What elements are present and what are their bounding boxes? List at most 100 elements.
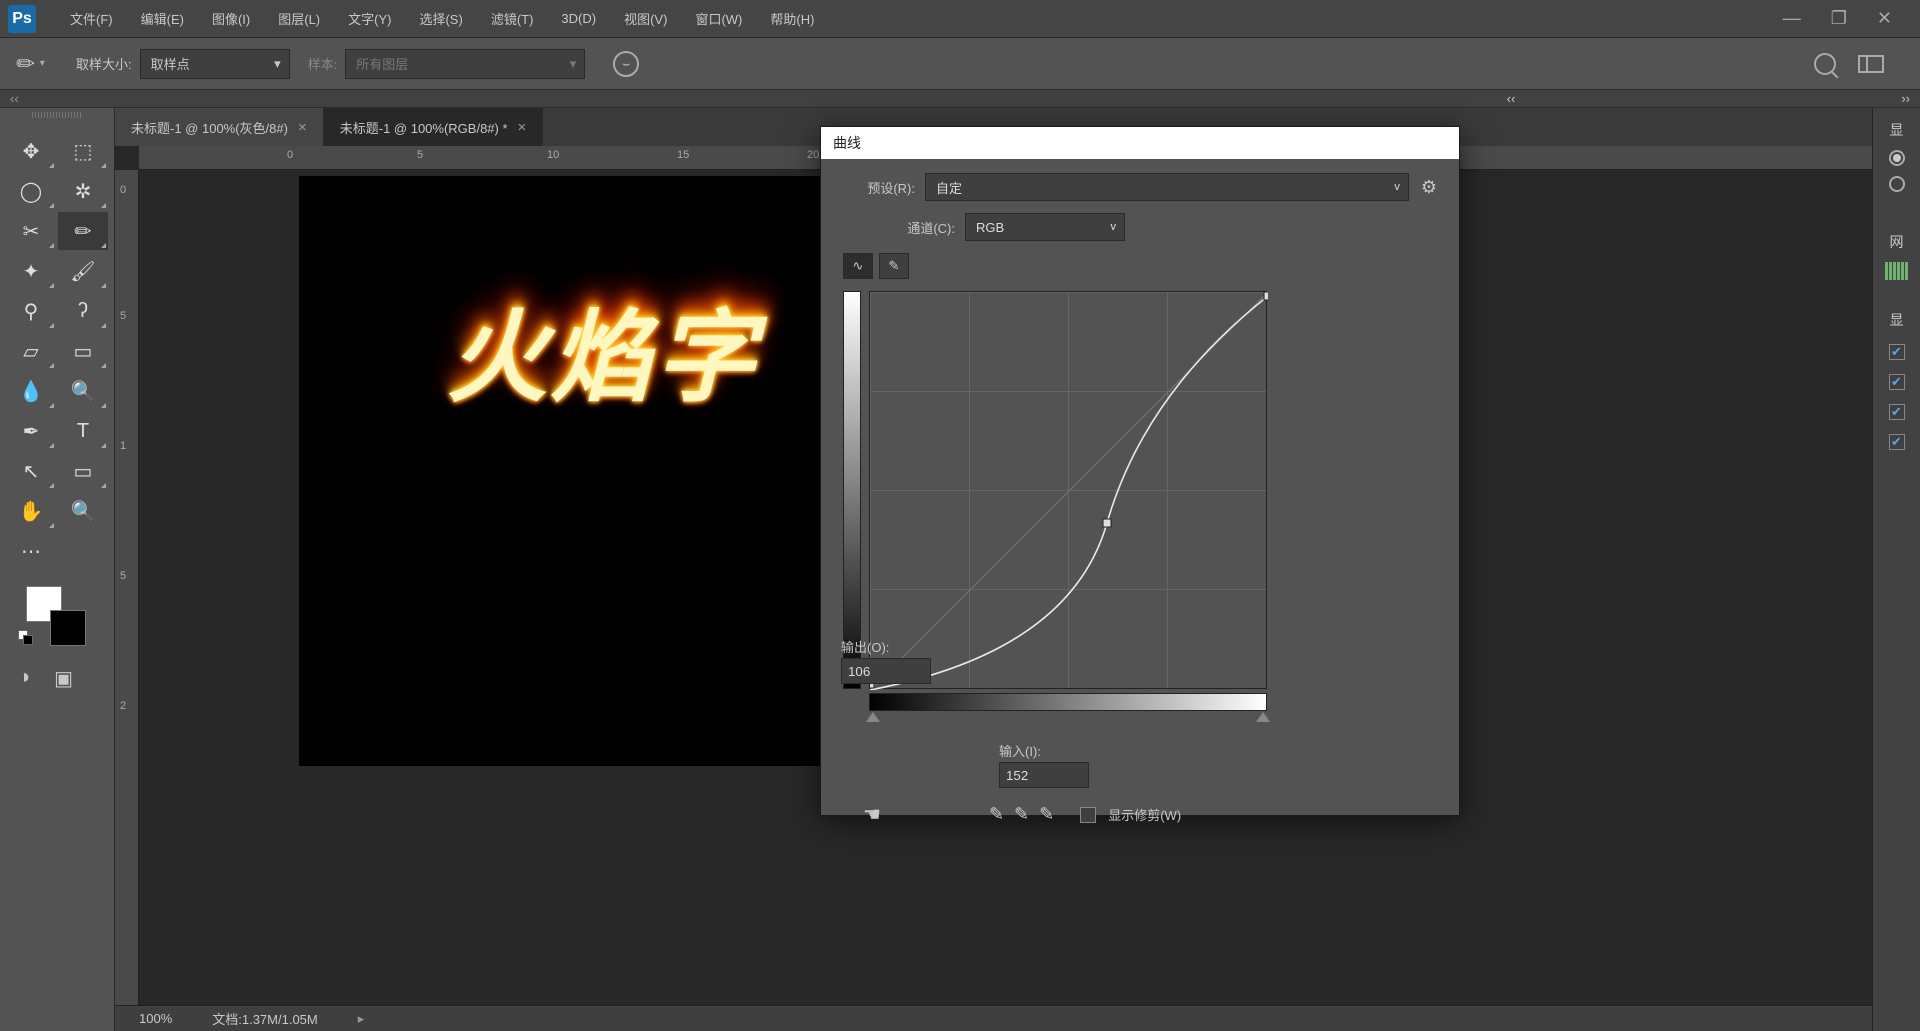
hand-icon[interactable]: ☚	[863, 802, 881, 827]
menu-image[interactable]: 图像(I)	[198, 3, 264, 34]
quick-select-tool[interactable]: ✲	[58, 172, 108, 210]
channel-label: 通道(C):	[883, 218, 955, 237]
search-icon[interactable]	[1814, 53, 1836, 75]
chevron-right-icon[interactable]: ▸	[358, 1011, 365, 1027]
radio-on-icon[interactable]	[1889, 150, 1905, 166]
curve-mode-button[interactable]: ∿	[843, 253, 873, 279]
curve-graph[interactable]	[869, 291, 1267, 689]
panel-label: 显	[1879, 120, 1914, 140]
channel-value: RGB	[976, 220, 1004, 235]
blur-tool[interactable]: 💧	[6, 372, 56, 410]
input-input[interactable]	[999, 762, 1089, 788]
gray-eyedropper-icon[interactable]: ✎	[1014, 804, 1029, 825]
panel-label: 网	[1879, 232, 1914, 252]
options-bar: ✎ ▾ 取样大小: 取样点 ▾ 样本: 所有图层 ▾ ⌣	[0, 38, 1920, 90]
flame-text-main: 火焰字	[447, 276, 759, 421]
path-select-tool[interactable]: ↖	[6, 452, 56, 490]
doc-size[interactable]: 文档:1.37M/1.05M	[212, 1009, 318, 1028]
show-clipping-checkbox[interactable]	[1080, 807, 1096, 823]
screen-mode-icon[interactable]: ▣	[54, 666, 73, 691]
close-icon[interactable]: ✕	[1877, 8, 1892, 29]
menu-view[interactable]: 视图(V)	[610, 3, 681, 34]
document-tab[interactable]: 未标题-1 @ 100%(灰色/8#) ×	[115, 108, 324, 146]
checkbox-checked[interactable]: ✔	[1889, 374, 1905, 390]
black-eyedropper-icon[interactable]: ✎	[989, 804, 1004, 825]
white-point-slider[interactable]	[1256, 712, 1270, 722]
checkbox-checked[interactable]: ✔	[1889, 404, 1905, 420]
eyedropper-icon: ✎	[11, 48, 42, 79]
dialog-title-bar[interactable]: 曲线	[821, 127, 1459, 159]
checkbox-checked[interactable]: ✔	[1889, 434, 1905, 450]
menu-select[interactable]: 选择(S)	[405, 3, 476, 34]
pencil-mode-button[interactable]: ✎	[879, 253, 909, 279]
more-tools[interactable]: ⋯	[6, 532, 56, 570]
tool-preset-button[interactable]: ✎ ▾	[10, 49, 52, 79]
menu-file[interactable]: 文件(F)	[56, 3, 127, 34]
document-tab[interactable]: 未标题-1 @ 100%(RGB/8#) * ×	[324, 108, 544, 146]
stamp-tool[interactable]: ⚲	[6, 292, 56, 330]
eyedropper-tool[interactable]: ✎	[58, 212, 108, 250]
quick-mask-icon[interactable]: ◑	[18, 666, 30, 691]
healing-tool[interactable]: ✦	[6, 252, 56, 290]
show-clipping-label: 显示修剪(W)	[1108, 805, 1181, 824]
chevron-right-icon[interactable]: ››	[1901, 91, 1910, 106]
lasso-tool[interactable]: ◯	[6, 172, 56, 210]
close-icon[interactable]: ×	[298, 119, 307, 136]
type-tool[interactable]: T	[58, 412, 108, 450]
sample-size-select[interactable]: 取样点 ▾	[140, 49, 290, 79]
brush-tool[interactable]: 🖌	[58, 252, 108, 290]
edit-toolbar[interactable]	[58, 532, 108, 570]
smile-icon[interactable]: ⌣	[613, 51, 639, 77]
sample-select[interactable]: 所有图层 ▾	[345, 49, 585, 79]
maximize-icon[interactable]: ❐	[1831, 8, 1847, 29]
minimize-icon[interactable]: —	[1783, 8, 1801, 29]
chevron-left-icon[interactable]: ‹‹	[1507, 91, 1516, 106]
histogram-icon[interactable]	[1885, 262, 1909, 280]
sample-value: 所有图层	[356, 54, 408, 73]
menu-bar: Ps 文件(F) 编辑(E) 图像(I) 图层(L) 文字(Y) 选择(S) 滤…	[0, 0, 1920, 38]
menu-edit[interactable]: 编辑(E)	[127, 3, 198, 34]
preset-select[interactable]: 自定 v	[925, 173, 1409, 201]
hand-tool[interactable]: ✋	[6, 492, 56, 530]
sample-size-label: 取样大小:	[76, 54, 132, 73]
menu-filter[interactable]: 滤镜(T)	[477, 3, 548, 34]
close-icon[interactable]: ×	[518, 119, 527, 136]
chevron-down-icon: ▾	[274, 56, 281, 72]
menu-type[interactable]: 文字(Y)	[334, 3, 405, 34]
black-point-slider[interactable]	[866, 712, 880, 722]
curves-dialog: 曲线 预设(R): 自定 v ⚙ 通道(C): RGB v ∿ ✎	[820, 126, 1460, 816]
shape-tool[interactable]: ▭	[58, 452, 108, 490]
radio-off-icon[interactable]	[1889, 176, 1905, 192]
grip-icon[interactable]	[32, 112, 82, 118]
zoom-tool[interactable]: 🔍	[58, 492, 108, 530]
menu-help[interactable]: 帮助(H)	[756, 3, 828, 34]
panel-label: 显	[1879, 310, 1914, 330]
workspace-icon[interactable]	[1858, 55, 1884, 73]
zoom-level[interactable]: 100%	[139, 1011, 172, 1026]
preset-value: 自定	[936, 178, 962, 197]
output-input[interactable]	[841, 658, 931, 684]
chevron-left-icon[interactable]: ‹‹	[10, 91, 19, 106]
input-label: 输入(I):	[999, 741, 1437, 760]
marquee-tool[interactable]: ⬚	[58, 132, 108, 170]
move-tool[interactable]: ✥	[6, 132, 56, 170]
menu-window[interactable]: 窗口(W)	[681, 3, 756, 34]
white-eyedropper-icon[interactable]: ✎	[1039, 804, 1054, 825]
menu-3d[interactable]: 3D(D)	[547, 5, 610, 32]
history-brush-tool[interactable]: ʔ	[58, 292, 108, 330]
background-color[interactable]	[50, 610, 86, 646]
sample-size-value: 取样点	[151, 54, 190, 73]
pen-tool[interactable]: ✒	[6, 412, 56, 450]
gradient-tool[interactable]: ▭	[58, 332, 108, 370]
crop-tool[interactable]: ✂	[6, 212, 56, 250]
eraser-tool[interactable]: ▱	[6, 332, 56, 370]
channel-select[interactable]: RGB v	[965, 213, 1125, 241]
gear-icon[interactable]: ⚙	[1421, 177, 1437, 198]
checkbox-checked[interactable]: ✔	[1889, 344, 1905, 360]
dodge-tool[interactable]: 🔍	[58, 372, 108, 410]
default-colors-icon[interactable]	[18, 630, 34, 646]
tab-title: 未标题-1 @ 100%(灰色/8#)	[131, 118, 288, 137]
tab-title: 未标题-1 @ 100%(RGB/8#) *	[340, 118, 508, 137]
menu-layer[interactable]: 图层(L)	[264, 3, 334, 34]
status-bar: 100% 文档:1.37M/1.05M ▸	[115, 1005, 1872, 1031]
